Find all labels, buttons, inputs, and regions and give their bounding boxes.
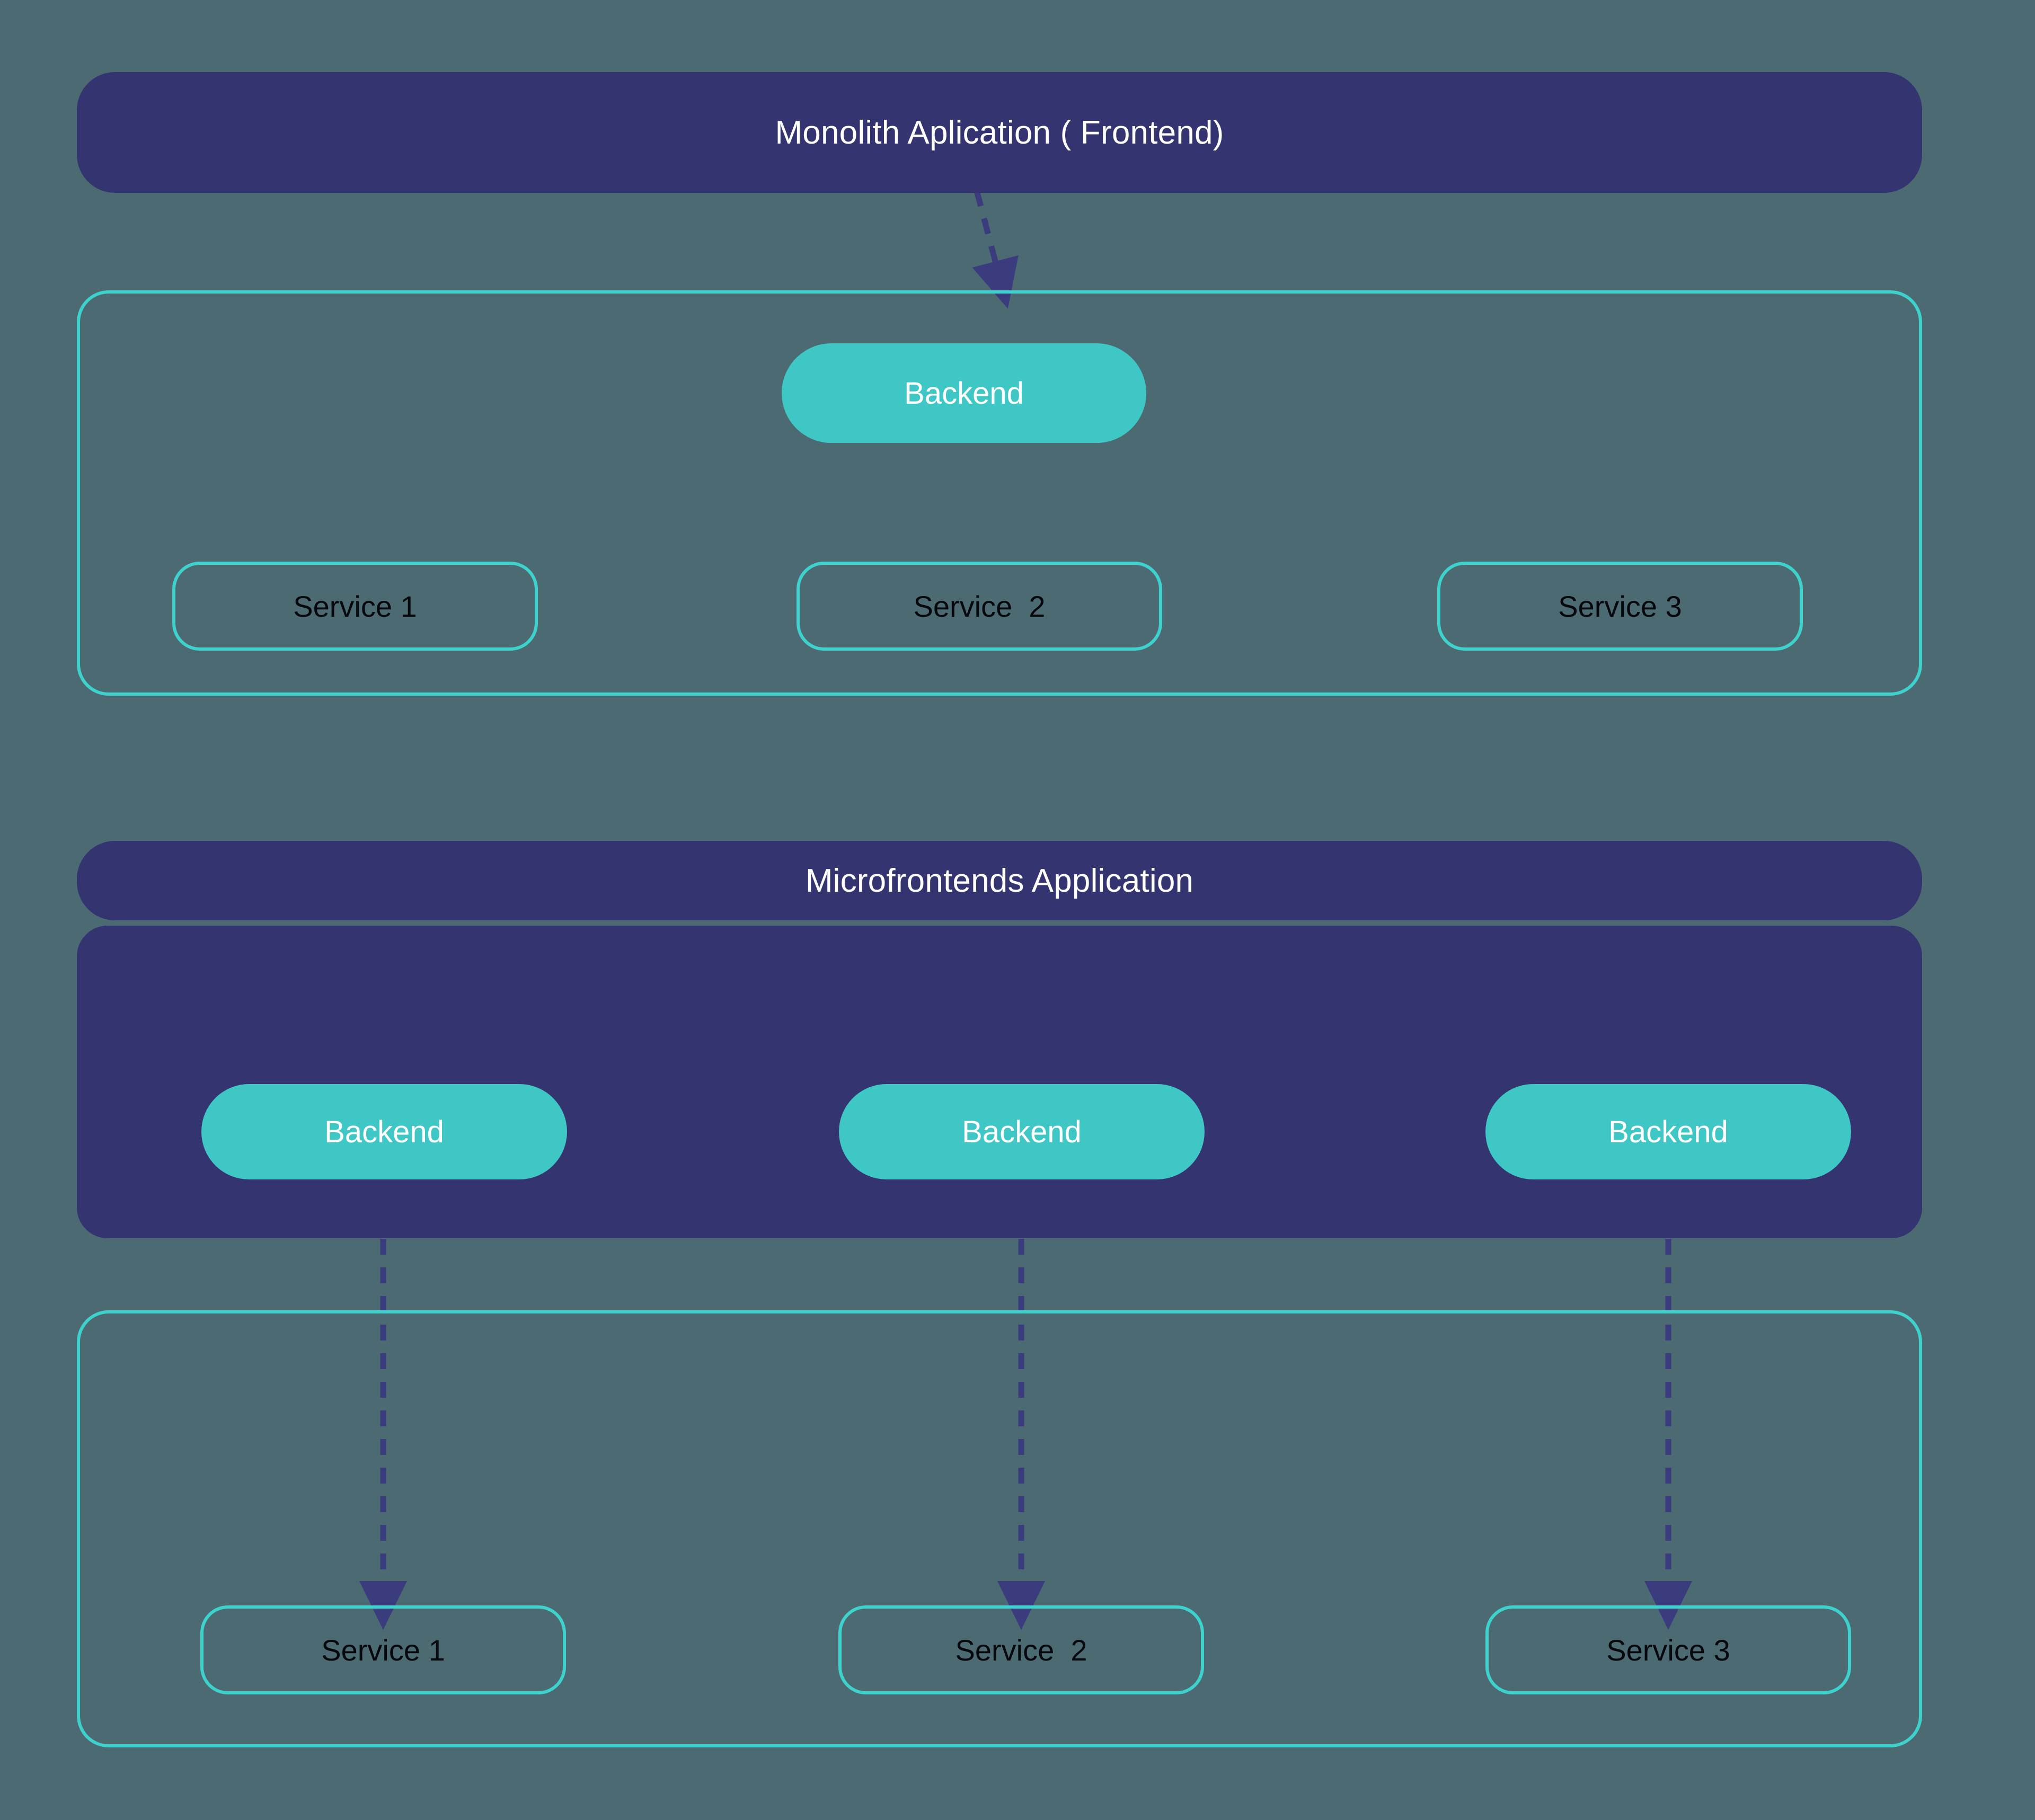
- microfrontends-service-1-label: Service 1: [321, 1633, 445, 1667]
- monolith-service-1[interactable]: Service 1: [172, 562, 538, 651]
- microfrontends-service-2[interactable]: Service 2: [838, 1605, 1204, 1694]
- monolith-service-3[interactable]: Service 3: [1437, 562, 1803, 651]
- monolith-frontend-label: Monolith Aplication ( Frontend): [775, 114, 1224, 151]
- microfrontends-backend-1-label: Backend: [324, 1114, 444, 1149]
- monolith-service-1-label: Service 1: [293, 589, 417, 623]
- microfrontends-backend-pill-3[interactable]: Backend: [1485, 1084, 1851, 1179]
- microfrontends-backend-3-label: Backend: [1608, 1114, 1728, 1149]
- microfrontends-header-label: Microfrontends Application: [805, 862, 1194, 899]
- diagram-canvas: Monolith Aplication ( Frontend) Backend …: [0, 0, 2035, 1820]
- monolith-frontend-bar[interactable]: Monolith Aplication ( Frontend): [77, 72, 1922, 193]
- monolith-backend-label: Backend: [904, 376, 1024, 411]
- microfrontends-service-2-label: Service 2: [955, 1633, 1087, 1667]
- monolith-service-3-label: Service 3: [1558, 589, 1682, 623]
- connector-monolith-to-backend: [972, 190, 1019, 309]
- microfrontends-header-bar[interactable]: Microfrontends Application: [77, 841, 1922, 920]
- microfrontends-service-3[interactable]: Service 3: [1485, 1605, 1851, 1694]
- monolith-backend-pill[interactable]: Backend: [782, 343, 1146, 443]
- monolith-service-2[interactable]: Service 2: [797, 562, 1162, 651]
- monolith-service-2-label: Service 2: [913, 589, 1046, 623]
- microfrontends-backend-2-label: Backend: [962, 1114, 1082, 1149]
- microfrontends-service-3-label: Service 3: [1606, 1633, 1730, 1667]
- microfrontends-backend-band: [77, 926, 1922, 1238]
- microfrontends-backend-pill-1[interactable]: Backend: [201, 1084, 567, 1179]
- microfrontends-backend-pill-2[interactable]: Backend: [839, 1084, 1205, 1179]
- microfrontends-service-1[interactable]: Service 1: [200, 1605, 566, 1694]
